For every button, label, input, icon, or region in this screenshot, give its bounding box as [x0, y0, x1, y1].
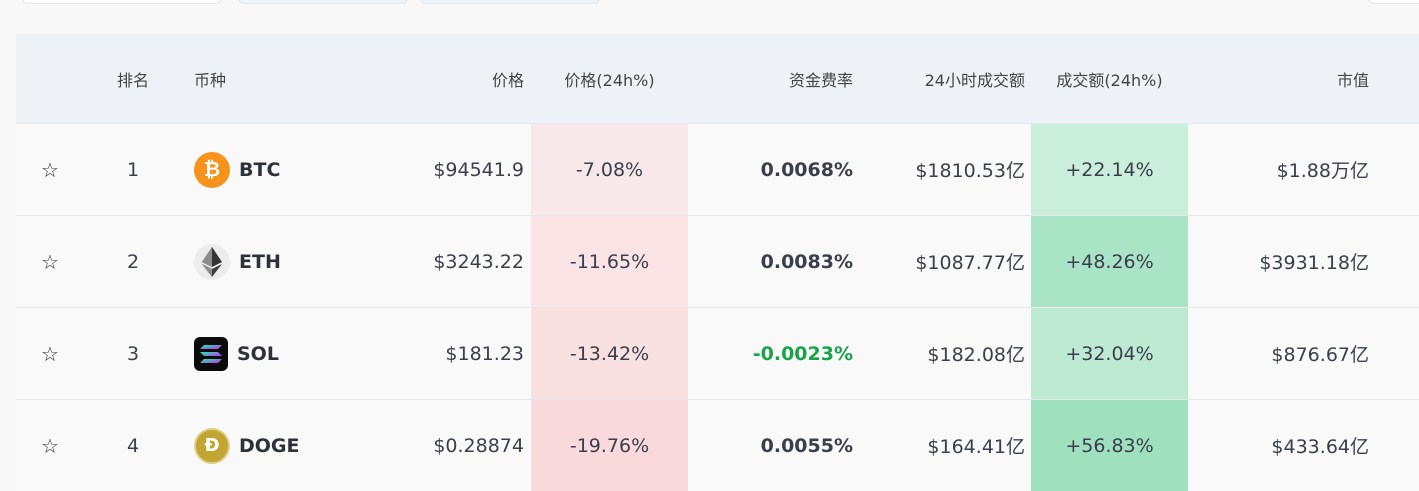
- market-cap-cell: $876.67亿: [1271, 344, 1369, 366]
- rank-cell: 3: [126, 342, 140, 365]
- top-filter-control-2[interactable]: [238, 0, 408, 4]
- top-filter-control-1[interactable]: [22, 0, 222, 4]
- header-coin[interactable]: 币种: [194, 34, 354, 123]
- rank-cell: 1: [126, 158, 140, 181]
- header-rank[interactable]: 排名: [110, 34, 156, 123]
- coin-symbol: BTC: [239, 158, 281, 181]
- price-change-cell: -7.08%: [531, 124, 688, 215]
- doge-icon: Ð: [194, 427, 230, 464]
- sol-icon: [194, 336, 228, 371]
- market-table: 排名 币种 价格 价格(24h%) 资金费率 24小时成交额 成交额(24h%)…: [16, 34, 1419, 491]
- volume-change-cell: +56.83%: [1031, 400, 1188, 491]
- volume-change-cell: +48.26%: [1031, 216, 1188, 307]
- header-volume-change[interactable]: 成交额(24h%): [1031, 34, 1188, 123]
- header-volume-24h[interactable]: 24小时成交额: [853, 34, 1025, 123]
- top-filter-control-4[interactable]: [1368, 0, 1419, 4]
- table-row[interactable]: ☆ 3 SOL $181.23 -13.42% -0.0023% $182.08…: [16, 307, 1419, 399]
- star-icon[interactable]: ☆: [30, 400, 70, 491]
- coin-cell[interactable]: Ð DOGE: [194, 400, 354, 491]
- header-price-change[interactable]: 价格(24h%): [531, 34, 688, 123]
- volume-cell: $1810.53亿: [915, 160, 1025, 182]
- funding-rate-cell: 0.0055%: [760, 434, 853, 457]
- price-cell: $0.28874: [433, 434, 524, 457]
- table-header: 排名 币种 价格 价格(24h%) 资金费率 24小时成交额 成交额(24h%)…: [16, 34, 1419, 123]
- header-price[interactable]: 价格: [354, 34, 524, 123]
- volume-cell: $182.08亿: [927, 344, 1025, 366]
- top-filter-control-3[interactable]: [420, 0, 600, 4]
- table-row[interactable]: ☆ 1 ₿ BTC $94541.9 -7.08% 0.0068% $1810.…: [16, 123, 1419, 215]
- star-icon[interactable]: ☆: [30, 308, 70, 399]
- market-cap-cell: $433.64亿: [1271, 436, 1369, 458]
- btc-icon: ₿: [194, 151, 230, 188]
- coin-cell[interactable]: SOL: [194, 308, 354, 399]
- rank-cell: 4: [126, 434, 140, 457]
- header-market-cap[interactable]: 市值: [1188, 34, 1369, 123]
- volume-cell: $1087.77亿: [915, 252, 1025, 274]
- market-cap-cell: $1.88万亿: [1276, 160, 1369, 182]
- price-change-cell: -11.65%: [531, 216, 688, 307]
- price-change-cell: -13.42%: [531, 308, 688, 399]
- market-cap-cell: $3931.18亿: [1259, 252, 1369, 274]
- funding-rate-cell: 0.0083%: [760, 250, 853, 273]
- price-cell: $94541.9: [433, 158, 524, 181]
- table-row[interactable]: ☆ 4 Ð DOGE $0.28874 -19.76% 0.0055% $164…: [16, 399, 1419, 491]
- volume-change-cell: +22.14%: [1031, 124, 1188, 215]
- volume-cell: $164.41亿: [927, 436, 1025, 458]
- volume-change-cell: +32.04%: [1031, 308, 1188, 399]
- price-cell: $3243.22: [433, 250, 524, 273]
- funding-rate-cell: -0.0023%: [752, 342, 853, 365]
- price-cell: $181.23: [445, 342, 524, 365]
- rank-cell: 2: [126, 250, 140, 273]
- table-row[interactable]: ☆ 2 ETH $3243.22 -11.65% 0.0083% $1087.7…: [16, 215, 1419, 307]
- star-icon[interactable]: ☆: [30, 216, 70, 307]
- coin-cell[interactable]: ETH: [194, 216, 354, 307]
- coin-cell[interactable]: ₿ BTC: [194, 124, 354, 215]
- header-funding-rate[interactable]: 资金费率: [688, 34, 853, 123]
- coin-symbol: ETH: [239, 250, 281, 273]
- price-change-cell: -19.76%: [531, 400, 688, 491]
- coin-symbol: DOGE: [239, 434, 300, 457]
- funding-rate-cell: 0.0068%: [760, 158, 853, 181]
- coin-symbol: SOL: [237, 342, 279, 365]
- eth-icon: [194, 243, 230, 280]
- star-icon[interactable]: ☆: [30, 124, 70, 215]
